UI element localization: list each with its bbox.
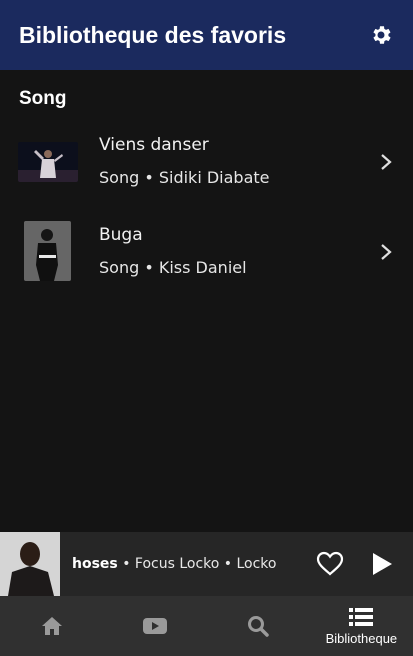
- chevron-right-icon[interactable]: [379, 242, 393, 262]
- search-icon: [248, 616, 269, 637]
- song-subtitle: Song • Sidiki Diabate: [99, 168, 270, 187]
- now-playing-thumbnail: [0, 532, 60, 596]
- now-playing-text: hoses • Focus Locko • Locko: [72, 556, 315, 572]
- gear-icon: [373, 26, 391, 44]
- bottom-nav: Bibliotheque: [0, 596, 413, 656]
- chevron-right-icon[interactable]: [379, 152, 393, 172]
- nav-home[interactable]: [0, 596, 103, 656]
- song-thumbnail: [18, 142, 78, 182]
- song-row[interactable]: Buga Song • Kiss Daniel: [0, 215, 413, 289]
- song-thumbnail: [24, 221, 71, 281]
- app-bar: Bibliotheque des favoris: [0, 0, 413, 70]
- nav-search[interactable]: [207, 596, 310, 656]
- song-row[interactable]: Viens danser Song • Sidiki Diabate: [0, 125, 413, 199]
- home-icon: [41, 617, 62, 635]
- song-subtitle: Song • Kiss Daniel: [99, 258, 247, 277]
- heart-icon: [316, 551, 344, 576]
- mini-player[interactable]: hoses • Focus Locko • Locko: [0, 532, 413, 596]
- favorite-button[interactable]: [315, 549, 345, 579]
- nav-youtube[interactable]: [103, 596, 206, 656]
- settings-button[interactable]: [368, 22, 394, 48]
- play-button[interactable]: [367, 549, 397, 579]
- page-title: Bibliotheque des favoris: [19, 21, 287, 48]
- now-playing-details: • Focus Locko • Locko: [117, 556, 277, 572]
- youtube-icon: [142, 618, 167, 634]
- list-icon: [349, 608, 374, 626]
- now-playing-track: hoses: [72, 556, 118, 572]
- song-title: Viens danser: [99, 135, 209, 155]
- song-title: Buga: [99, 225, 143, 245]
- section-heading: Song: [19, 88, 67, 109]
- nav-label-bibliotheque: Bibliotheque: [325, 631, 398, 646]
- nav-bibliotheque[interactable]: Bibliotheque: [310, 596, 413, 656]
- play-icon: [373, 553, 392, 575]
